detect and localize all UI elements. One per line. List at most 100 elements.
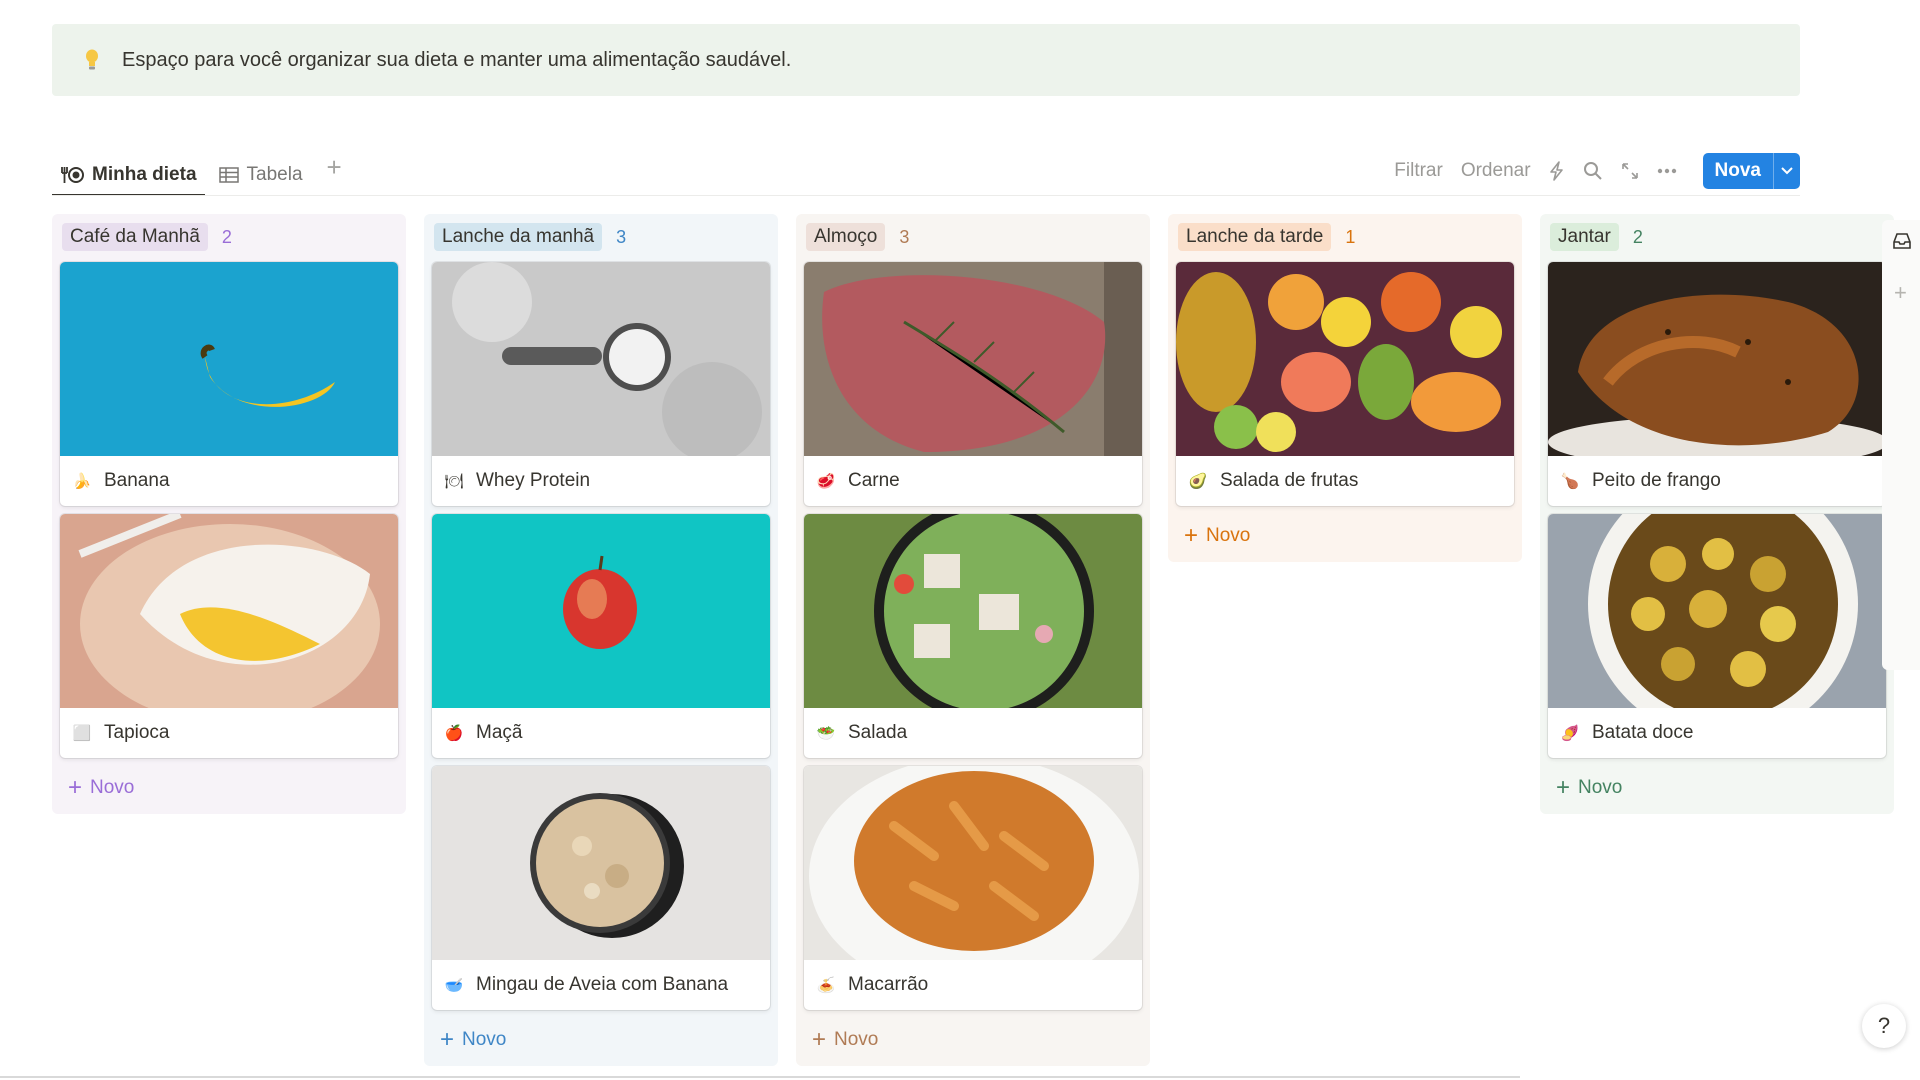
bowl-icon: 🥣 <box>444 977 464 994</box>
new-button-label[interactable]: Nova <box>1703 153 1773 189</box>
card-whey-protein[interactable]: 🍽 Whey Protein <box>432 262 770 506</box>
plus-icon: + <box>812 1026 827 1053</box>
square-icon: ⬜ <box>72 725 92 742</box>
card-title-text: Carne <box>848 470 900 491</box>
card-maca[interactable]: 🍎 Maçã <box>432 514 770 758</box>
salad-image <box>804 514 1142 708</box>
card-title: 🥩 Carne <box>804 456 1142 506</box>
add-group-icon[interactable]: + <box>1894 280 1920 306</box>
card-title-text: Mingau de Aveia com Banana <box>476 974 729 995</box>
card-carne[interactable]: 🥩 Carne <box>804 262 1142 506</box>
new-button: Nova <box>1702 153 1800 189</box>
card-salada[interactable]: 🥗 Salada <box>804 514 1142 758</box>
callout-text: Espaço para você organizar sua dieta e m… <box>122 48 792 71</box>
divider <box>52 195 1800 196</box>
card-title-text: Batata doce <box>1592 722 1694 743</box>
banana-image <box>60 262 398 456</box>
card-title-text: Tapioca <box>104 722 170 743</box>
card-salada-de-frutas[interactable]: 🥑 Salada de frutas <box>1176 262 1514 506</box>
card-title: ⬜ Tapioca <box>60 708 398 758</box>
more-icon[interactable] <box>1657 168 1677 174</box>
tab-label: Minha dieta <box>92 164 197 185</box>
automation-icon[interactable] <box>1549 161 1565 181</box>
add-card-button[interactable]: + Novo <box>802 1018 1144 1062</box>
column-almoco: Almoço 3 🥩 Carne 🥗 Salada 🍝 Macarrão + N… <box>796 214 1150 1066</box>
tab-label: Tabela <box>246 164 303 185</box>
card-macarrao[interactable]: 🍝 Macarrão <box>804 766 1142 1010</box>
add-view-button[interactable]: + <box>317 150 352 184</box>
add-card-label: Novo <box>834 1029 879 1050</box>
divider <box>0 1076 1520 1078</box>
column-lanche-da-manha: Lanche da manhã 3 🍽 Whey Protein 🍎 Maçã <box>424 214 778 1066</box>
callout: Espaço para você organizar sua dieta e m… <box>52 24 1800 96</box>
lightbulb-icon <box>72 49 112 71</box>
add-card-label: Novo <box>1206 525 1251 546</box>
card-tapioca[interactable]: ⬜ Tapioca <box>60 514 398 758</box>
fruits-image <box>1176 262 1514 456</box>
add-card-button[interactable]: + Novo <box>1174 514 1516 558</box>
column-jantar: Jantar 2 🍗 Peito de frango 🍠 Batata doce… <box>1540 214 1894 814</box>
drumstick-icon: 🍗 <box>1560 473 1580 490</box>
add-card-button[interactable]: + Novo <box>58 766 400 810</box>
filter-button[interactable]: Filtrar <box>1394 160 1443 182</box>
inbox-icon[interactable] <box>1892 232 1920 250</box>
toolbar: Filtrar Ordenar Nova <box>1394 153 1800 189</box>
card-title: 🍎 Maçã <box>432 708 770 758</box>
card-peito-de-frango[interactable]: 🍗 Peito de frango <box>1548 262 1886 506</box>
card-title: 🥣 Mingau de Aveia com Banana <box>432 960 770 1010</box>
add-card-label: Novo <box>1578 777 1623 798</box>
tapioca-image <box>60 514 398 708</box>
column-header[interactable]: Café da Manhã 2 <box>58 220 400 254</box>
card-title: 🍝 Macarrão <box>804 960 1142 1010</box>
column-cafe-da-manha: Café da Manhã 2 🍌 Banana ⬜ Tapioca + Nov… <box>52 214 406 814</box>
card-title-text: Banana <box>104 470 170 491</box>
pasta-image <box>804 766 1142 960</box>
plus-icon: + <box>440 1026 455 1053</box>
apple-image <box>432 514 770 708</box>
add-card-label: Novo <box>462 1029 507 1050</box>
plus-icon: + <box>1184 522 1199 549</box>
column-header[interactable]: Lanche da manhã 3 <box>430 220 772 254</box>
card-mingau-de-aveia[interactable]: 🥣 Mingau de Aveia com Banana <box>432 766 770 1010</box>
board: Café da Manhã 2 🍌 Banana ⬜ Tapioca + Nov… <box>52 214 1894 1066</box>
help-button[interactable]: ? <box>1862 1004 1906 1048</box>
tab-minha-dieta[interactable]: Minha dieta <box>52 150 205 196</box>
sweet-potato-icon: 🍠 <box>1560 725 1580 742</box>
card-banana[interactable]: 🍌 Banana <box>60 262 398 506</box>
column-header[interactable]: Almoço 3 <box>802 220 1144 254</box>
expand-icon[interactable] <box>1621 162 1639 180</box>
column-header[interactable]: Lanche da tarde 1 <box>1174 220 1516 254</box>
search-icon[interactable] <box>1583 161 1603 181</box>
hidden-groups-column: + <box>1882 220 1920 670</box>
plus-icon: + <box>1556 774 1571 801</box>
meat-image <box>804 262 1142 456</box>
chevron-down-icon[interactable] <box>1773 153 1800 189</box>
salad-icon: 🥗 <box>816 725 836 742</box>
add-card-button[interactable]: + Novo <box>430 1018 772 1062</box>
card-title-text: Peito de frango <box>1592 470 1721 491</box>
column-lanche-da-tarde: Lanche da tarde 1 🥑 Salada de frutas + N… <box>1168 214 1522 562</box>
column-count: 3 <box>899 226 910 247</box>
column-title: Lanche da tarde <box>1178 223 1332 251</box>
card-title-text: Maçã <box>476 722 523 743</box>
oats-image <box>432 766 770 960</box>
column-title: Café da Manhã <box>62 223 208 251</box>
add-card-button[interactable]: + Novo <box>1546 766 1888 810</box>
tab-tabela[interactable]: Tabela <box>211 150 311 192</box>
card-title: 🥑 Salada de frutas <box>1176 456 1514 506</box>
column-count: 3 <box>616 226 627 247</box>
sort-button[interactable]: Ordenar <box>1461 160 1531 182</box>
column-count: 2 <box>221 226 232 247</box>
card-title: 🍗 Peito de frango <box>1548 456 1886 506</box>
add-card-label: Novo <box>90 777 135 798</box>
column-title: Almoço <box>806 223 886 251</box>
card-title-text: Salada <box>848 722 908 743</box>
spaghetti-icon: 🍝 <box>816 977 836 994</box>
card-title: 🍽 Whey Protein <box>432 456 770 506</box>
plus-icon: + <box>68 774 83 801</box>
card-title: 🍠 Batata doce <box>1548 708 1886 758</box>
card-batata-doce[interactable]: 🍠 Batata doce <box>1548 514 1886 758</box>
table-icon <box>218 167 239 183</box>
column-title: Jantar <box>1550 223 1619 251</box>
column-header[interactable]: Jantar 2 <box>1546 220 1888 254</box>
